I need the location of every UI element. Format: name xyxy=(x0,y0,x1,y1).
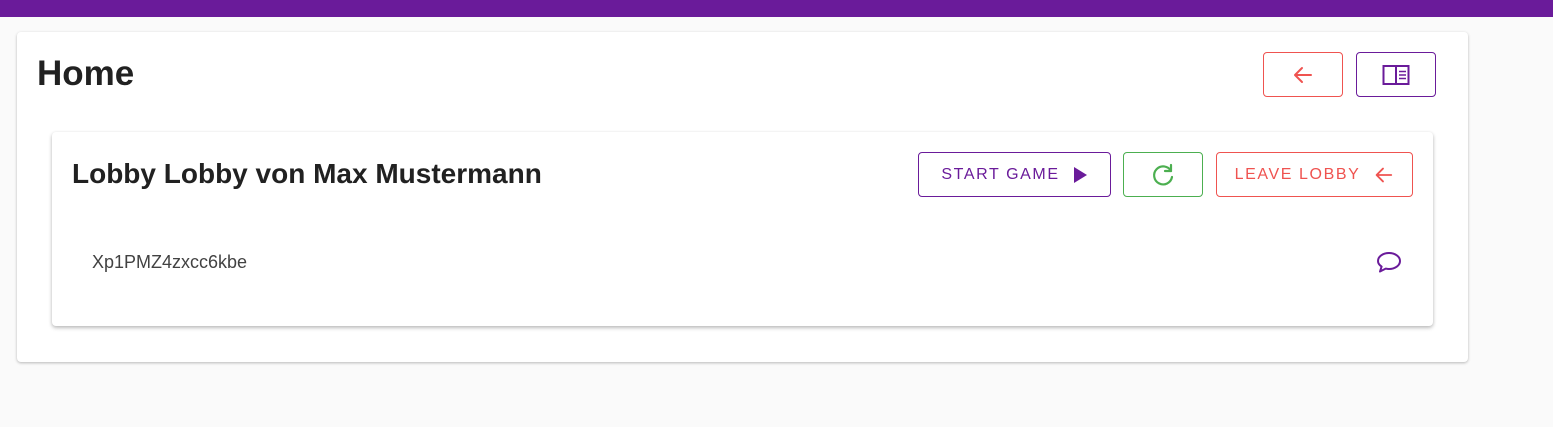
home-card: Home Lobby Lobby von Max Mustermann STAR… xyxy=(17,32,1468,362)
app-top-bar xyxy=(0,0,1553,17)
arrow-left-icon xyxy=(1294,66,1312,83)
leave-lobby-button[interactable]: LEAVE LOBBY xyxy=(1216,152,1413,197)
arrow-left-icon xyxy=(1376,167,1393,182)
lobby-card: Lobby Lobby von Max Mustermann START GAM… xyxy=(52,132,1433,326)
refresh-button[interactable] xyxy=(1123,152,1203,197)
start-game-button[interactable]: START GAME xyxy=(918,152,1111,197)
leave-lobby-label: LEAVE LOBBY xyxy=(1234,165,1361,183)
back-button[interactable] xyxy=(1263,52,1343,97)
player-name: Xp1PMZ4zxcc6kbe xyxy=(92,252,248,272)
page-title: Home xyxy=(37,54,135,93)
start-game-label: START GAME xyxy=(941,165,1060,183)
player-list-item: Xp1PMZ4zxcc6kbe xyxy=(72,240,1413,284)
play-icon xyxy=(1073,166,1087,183)
refresh-icon xyxy=(1153,163,1174,185)
chat-bubble-icon xyxy=(1377,252,1401,273)
lobby-title: Lobby Lobby von Max Mustermann xyxy=(72,158,542,189)
chat-button[interactable] xyxy=(1373,246,1405,278)
sidebar-toggle-icon xyxy=(1382,64,1410,85)
toggle-sidebar-button[interactable] xyxy=(1356,52,1436,97)
